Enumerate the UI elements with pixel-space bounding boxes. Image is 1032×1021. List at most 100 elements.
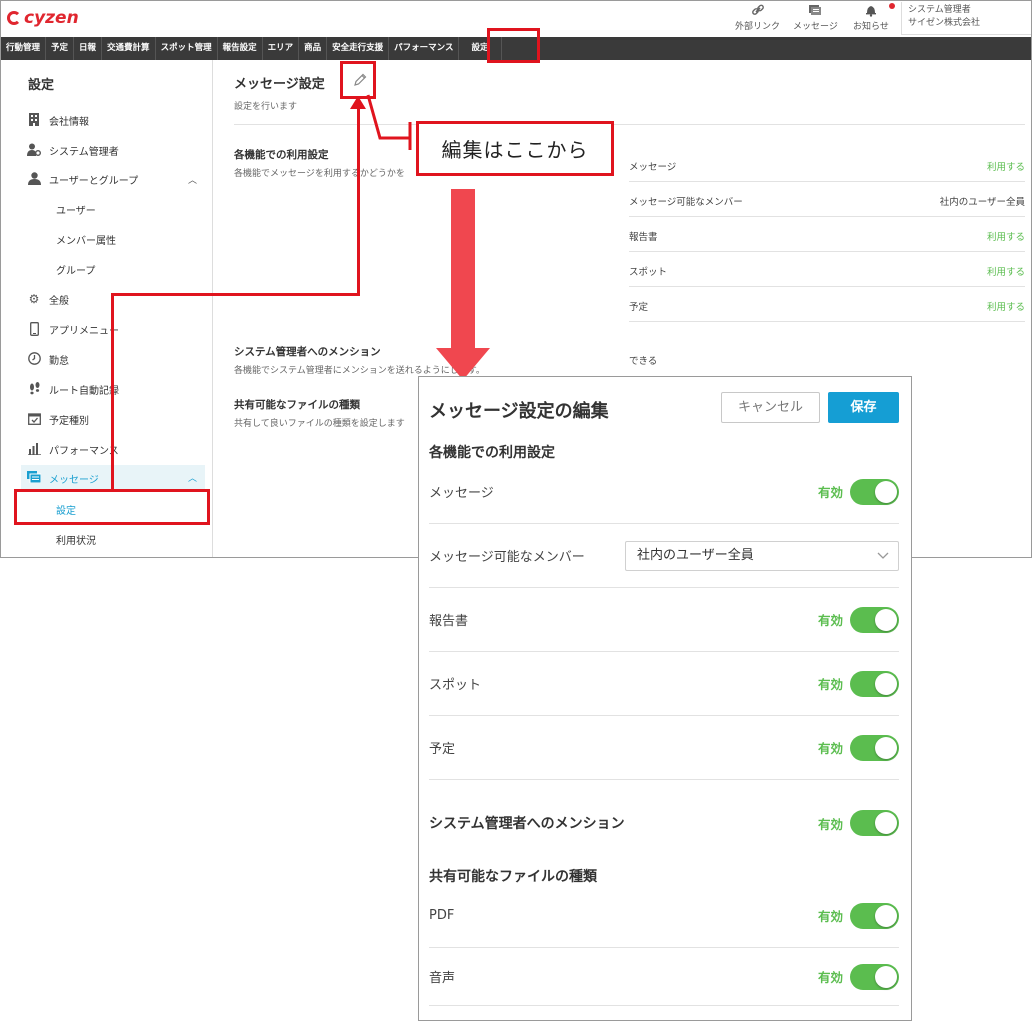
nav-spot[interactable]: スポット管理 — [156, 37, 218, 60]
sidebar-item-label: グループ — [56, 265, 96, 277]
footprint-icon — [27, 382, 41, 396]
toggle-switch[interactable] — [850, 734, 899, 761]
edit-dialog: メッセージ設定の編集 キャンセル 保存 各機能での利用設定 メッセージ 有効 メ… — [418, 376, 912, 1021]
toggle-switch[interactable] — [850, 902, 899, 929]
dialog-row-audio: 音声 有効 — [429, 948, 899, 1006]
row-key: メッセージ — [629, 162, 677, 173]
nav-report-settings[interactable]: 報告設定 — [218, 37, 263, 60]
nav-safe-driving[interactable]: 安全走行支援 — [327, 37, 390, 60]
callout-connector — [366, 94, 412, 150]
sidebar-item-label: メッセージ — [49, 474, 99, 486]
sidebar-item-label: 利用状況 — [56, 535, 96, 547]
page-description: 設定を行います — [234, 102, 298, 112]
user-icon — [27, 172, 41, 186]
dialog-row-message: メッセージ 有効 — [429, 460, 899, 524]
chevron-down-icon — [877, 542, 889, 581]
select-value: 社内のユーザー全員 — [637, 548, 754, 563]
page-title: メッセージ設定 — [234, 77, 325, 92]
toggle-knob — [875, 736, 897, 759]
notification-dot — [888, 3, 895, 9]
sidebar-item-users[interactable]: ユーザー — [21, 197, 205, 221]
row-state: 有効 — [817, 741, 843, 756]
nav-activity[interactable]: 行動管理 — [1, 37, 47, 60]
row-value: 社内のユーザー全員 — [939, 197, 1025, 208]
toggle-knob — [875, 480, 897, 503]
sidebar-item-company[interactable]: 会社情報 — [21, 108, 205, 132]
dialog-row-message-members: メッセージ可能なメンバー 社内のユーザー全員 — [429, 524, 899, 588]
calendar-icon — [27, 412, 41, 426]
dialog-row-spot: スポット 有効 — [429, 652, 899, 716]
sidebar-item-usage[interactable]: 利用状況 — [21, 527, 205, 551]
stage: cyzen 外部リンク メッセージ お知らせ システム管理者 サイゼン株式会社 … — [0, 0, 1032, 1021]
section-desc-file-types: 共有して良いファイルの種類を設定します — [234, 419, 405, 429]
building-icon — [27, 113, 41, 127]
user-company: サイゼン株式会社 — [908, 18, 981, 28]
row-label: 音声 — [429, 971, 456, 986]
toggle-switch[interactable] — [850, 670, 899, 697]
toggle-knob — [875, 965, 897, 988]
nav-performance[interactable]: パフォーマンス — [389, 37, 460, 60]
logo-text: cyzen — [24, 8, 79, 28]
settings-row: メッセージ可能なメンバー 社内のユーザー全員 — [629, 182, 1025, 217]
dialog-section-feature-usage: 各機能での利用設定 — [429, 445, 555, 461]
row-label: メッセージ可能なメンバー — [429, 550, 585, 565]
divider — [234, 124, 1025, 125]
message-icon — [793, 3, 838, 19]
sidebar-item-label: ユーザーとグループ — [49, 175, 139, 187]
logo[interactable]: cyzen — [7, 7, 79, 29]
sidebar-item-member-attributes[interactable]: メンバー属性 — [21, 227, 205, 251]
section-title-file-types: 共有可能なファイルの種類 — [234, 399, 360, 411]
row-label: 予定 — [429, 742, 456, 757]
clock-icon — [27, 352, 41, 366]
nav-daily-report[interactable]: 日報 — [74, 37, 103, 60]
toggle-knob — [875, 608, 897, 631]
section-title-mention: システム管理者へのメンション — [234, 346, 381, 358]
dialog-row-pdf: PDF 有効 — [429, 884, 899, 948]
toggle-switch[interactable] — [850, 963, 899, 990]
toggle-switch[interactable] — [850, 478, 899, 505]
row-value: 利用する — [986, 267, 1025, 278]
mention-value: できる — [629, 356, 658, 367]
toggle-knob — [875, 904, 897, 927]
external-link-button[interactable]: 外部リンク — [735, 3, 780, 32]
save-button[interactable]: 保存 — [828, 392, 899, 423]
notification-button[interactable]: お知らせ — [853, 3, 895, 32]
row-value: 利用する — [986, 162, 1025, 173]
sidebar-item-users-groups[interactable]: ユーザーとグループ ︿ — [21, 167, 205, 191]
toggle-switch[interactable] — [850, 606, 899, 633]
cancel-button[interactable]: キャンセル — [721, 392, 820, 423]
member-select[interactable]: 社内のユーザー全員 — [625, 541, 899, 571]
section-title-feature-usage: 各機能での利用設定 — [234, 149, 329, 161]
sidebar-item-admin[interactable]: システム管理者 — [21, 138, 205, 162]
nav-transport[interactable]: 交通費計算 — [102, 37, 156, 60]
row-state: 有効 — [817, 816, 843, 832]
row-key: スポット — [629, 267, 668, 278]
row-key: 報告書 — [629, 232, 658, 243]
link-icon — [735, 3, 780, 19]
message-icon — [27, 471, 42, 485]
message-top-button[interactable]: メッセージ — [793, 3, 838, 32]
highlight-nav-settings — [487, 28, 540, 63]
toggle-switch[interactable] — [850, 810, 899, 836]
external-link-label: 外部リンク — [735, 22, 781, 32]
row-key: メッセージ可能なメンバー — [629, 197, 743, 208]
dialog-title: メッセージ設定の編集 — [429, 401, 609, 422]
sidebar-item-label: メンバー属性 — [56, 235, 116, 247]
annotation-line — [111, 293, 114, 491]
row-state: 有効 — [817, 677, 843, 692]
sidebar-item-groups[interactable]: グループ — [21, 257, 205, 281]
message-top-label: メッセージ — [793, 22, 838, 32]
row-state: 有効 — [817, 970, 843, 985]
bar-chart-icon — [27, 442, 41, 456]
row-label: スポット — [429, 678, 482, 693]
bell-icon — [853, 3, 895, 19]
user-menu[interactable]: システム管理者 サイゼン株式会社 — [901, 2, 1031, 35]
nav-area[interactable]: エリア — [263, 37, 300, 60]
nav-products[interactable]: 商品 — [299, 37, 328, 60]
settings-row: メッセージ 利用する — [629, 147, 1025, 182]
nav-schedule[interactable]: 予定 — [46, 37, 75, 60]
toggle-knob — [875, 812, 897, 834]
chevron-up-icon: ︿ — [187, 176, 197, 186]
sidebar-item-label: パフォーマンス — [49, 445, 119, 457]
down-arrow-icon — [451, 189, 475, 351]
